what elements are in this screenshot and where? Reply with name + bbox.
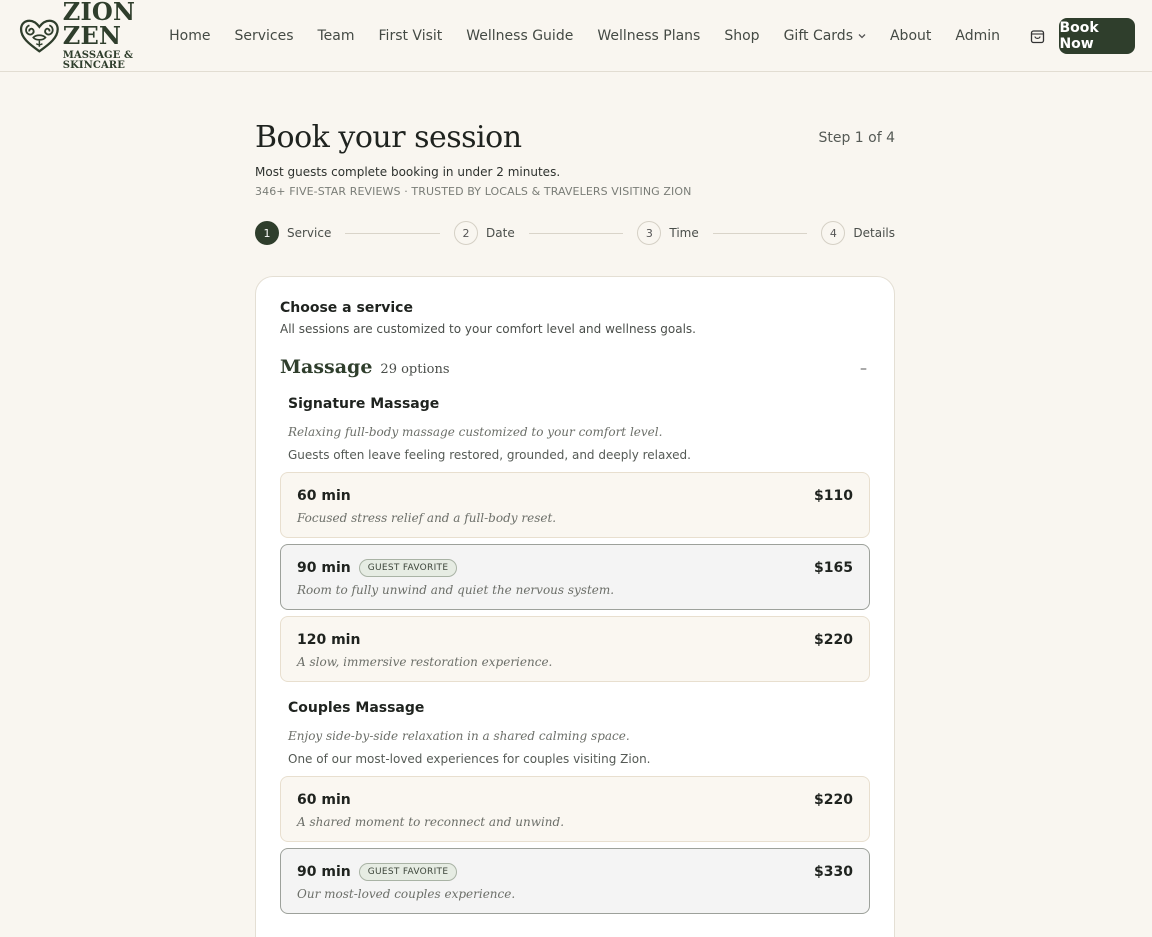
option-signature-60[interactable]: 60 min $110 Focused stress relief and a … bbox=[280, 472, 870, 538]
category-header-massage[interactable]: Massage 29 options – bbox=[280, 356, 870, 378]
nav-shop[interactable]: Shop bbox=[724, 28, 759, 44]
service-name: Couples Massage bbox=[288, 700, 425, 716]
option-signature-90[interactable]: 90 min GUEST FAVORITE $165 Room to fully … bbox=[280, 544, 870, 610]
couples-options: 60 min $220 A shared moment to reconnect… bbox=[280, 776, 870, 914]
category-count: 29 options bbox=[380, 362, 450, 377]
option-price: $220 bbox=[814, 632, 853, 648]
booking-stepper: 1 Service 2 Date 3 Time 4 Details bbox=[255, 220, 895, 246]
service-couples-massage: Couples Massage Enjoy side-by-side relax… bbox=[280, 700, 870, 766]
card-title: Choose a service bbox=[280, 300, 413, 316]
option-signature-120[interactable]: 120 min $220 A slow, immersive restorati… bbox=[280, 616, 870, 682]
nav-first-visit[interactable]: First Visit bbox=[379, 28, 443, 44]
step-label: Date bbox=[486, 226, 515, 240]
service-description: Relaxing full-body massage customized to… bbox=[288, 425, 663, 439]
nav-home[interactable]: Home bbox=[169, 28, 210, 44]
brand-logo[interactable]: ZION ZEN MASSAGE & SKINCARE bbox=[18, 0, 169, 71]
step-number: 1 bbox=[255, 221, 279, 245]
service-note: Guests often leave feeling restored, gro… bbox=[288, 448, 691, 462]
guest-favorite-badge: GUEST FAVORITE bbox=[358, 863, 458, 881]
guest-favorite-badge: GUEST FAVORITE bbox=[358, 559, 458, 577]
signature-options: 60 min $110 Focused stress relief and a … bbox=[280, 472, 870, 682]
nav-team[interactable]: Team bbox=[318, 28, 355, 44]
service-card: Choose a service All sessions are custom… bbox=[255, 276, 895, 937]
heart-knot-logo-icon bbox=[19, 19, 59, 53]
site-header: ZION ZEN MASSAGE & SKINCARE Home Service… bbox=[0, 0, 1152, 72]
step-time[interactable]: 3 Time bbox=[637, 221, 699, 245]
nav-wellness-plans[interactable]: Wellness Plans bbox=[597, 28, 700, 44]
step-number: 2 bbox=[454, 221, 479, 245]
option-price: $110 bbox=[814, 488, 853, 504]
option-couples-90[interactable]: 90 min GUEST FAVORITE $330 Our most-loved… bbox=[280, 848, 870, 914]
chevron-down-icon bbox=[858, 33, 866, 38]
option-description: Our most-loved couples experience. bbox=[297, 887, 516, 901]
shopping-bag-icon bbox=[1031, 29, 1045, 43]
service-signature-massage: Signature Massage Relaxing full-body mas… bbox=[280, 396, 870, 462]
booking-main: Book your session Step 1 of 4 Most guest… bbox=[255, 72, 895, 937]
option-duration: 90 min bbox=[297, 864, 351, 880]
option-price: $330 bbox=[814, 864, 853, 880]
cart-button[interactable] bbox=[1030, 26, 1045, 46]
nav-admin[interactable]: Admin bbox=[955, 28, 1000, 44]
page-subtitle: Most guests complete booking in under 2 … bbox=[255, 165, 561, 179]
step-connector bbox=[712, 232, 808, 234]
step-date[interactable]: 2 Date bbox=[454, 221, 515, 245]
option-duration: 60 min bbox=[297, 488, 351, 504]
option-description: Room to fully unwind and quiet the nervo… bbox=[297, 583, 615, 597]
step-label: Time bbox=[669, 226, 699, 240]
option-couples-60[interactable]: 60 min $220 A shared moment to reconnect… bbox=[280, 776, 870, 842]
reviews-tagline: 346+ FIVE-STAR REVIEWS · TRUSTED BY LOCA… bbox=[255, 185, 692, 198]
step-label: Service bbox=[287, 226, 332, 240]
option-duration: 90 min bbox=[297, 560, 351, 576]
option-duration: 60 min bbox=[297, 792, 351, 808]
service-note: One of our most-loved experiences for co… bbox=[288, 752, 651, 766]
step-connector bbox=[528, 232, 624, 234]
option-price: $220 bbox=[814, 792, 853, 808]
step-number: 4 bbox=[821, 221, 846, 245]
main-nav: Home Services Team First Visit Wellness … bbox=[169, 28, 1024, 44]
service-description: Enjoy side-by-side relaxation in a share… bbox=[288, 729, 630, 743]
nav-gift-cards[interactable]: Gift Cards bbox=[784, 28, 866, 44]
option-description: Focused stress relief and a full-body re… bbox=[297, 511, 557, 525]
step-connector bbox=[345, 232, 441, 234]
step-label: Details bbox=[853, 226, 895, 240]
book-now-button[interactable]: Book Now bbox=[1059, 17, 1135, 54]
brand-subtitle: MASSAGE & SKINCARE bbox=[62, 50, 134, 71]
nav-gift-cards-label: Gift Cards bbox=[783, 27, 853, 44]
card-subtitle: All sessions are customized to your comf… bbox=[280, 322, 696, 336]
option-description: A shared moment to reconnect and unwind. bbox=[297, 815, 565, 829]
nav-about[interactable]: About bbox=[890, 28, 931, 44]
option-description: A slow, immersive restoration experience… bbox=[297, 655, 553, 669]
nav-wellness-guide[interactable]: Wellness Guide bbox=[466, 28, 573, 44]
step-service[interactable]: 1 Service bbox=[255, 221, 331, 245]
nav-services[interactable]: Services bbox=[234, 28, 293, 44]
collapse-icon[interactable]: – bbox=[860, 361, 867, 377]
step-indicator-text: Step 1 of 4 bbox=[818, 129, 895, 146]
brand-title: ZION ZEN bbox=[62, 0, 136, 50]
step-details[interactable]: 4 Details bbox=[821, 221, 895, 245]
option-duration: 120 min bbox=[297, 632, 361, 648]
category-name: Massage bbox=[280, 356, 373, 378]
step-number: 3 bbox=[637, 221, 662, 245]
page-title: Book your session bbox=[255, 120, 522, 155]
service-name: Signature Massage bbox=[288, 396, 440, 412]
option-price: $165 bbox=[814, 560, 853, 576]
